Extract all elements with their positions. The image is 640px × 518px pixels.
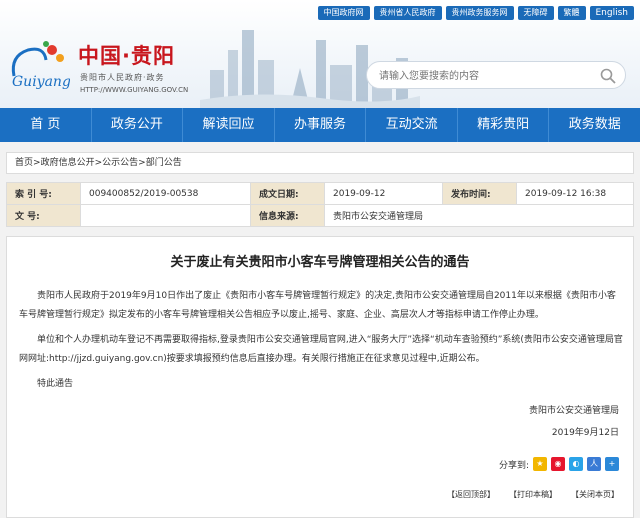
link-guizhou-gov[interactable]: 贵州省人民政府	[373, 6, 442, 20]
nav-interaction[interactable]: 互动交流	[366, 108, 458, 142]
nav-services[interactable]: 办事服务	[275, 108, 367, 142]
date-value: 2019-09-12	[324, 182, 443, 205]
doc-number-value	[80, 204, 251, 227]
source-label: 信息来源:	[250, 204, 325, 227]
more-share-icon[interactable]: +	[605, 457, 619, 471]
print-link[interactable]: 【打印本稿】	[509, 489, 557, 500]
tencent-weibo-share-icon[interactable]: ◐	[569, 457, 583, 471]
breadcrumb-dept-notices[interactable]: 部门公告	[146, 158, 182, 168]
article-paragraph: 单位和个人办理机动车登记不再需要取得指标,登录贵阳市公安交通管理局官网,进入“服…	[19, 335, 623, 364]
share-bar: 分享到: ★ ◉ ◐ 人 +	[499, 457, 619, 471]
nav-home[interactable]: 首 页	[0, 108, 92, 142]
article-paragraph: 特此通告	[37, 379, 74, 389]
breadcrumb-info-public[interactable]: 政府信息公开	[41, 158, 95, 168]
search-input[interactable]	[379, 68, 589, 84]
close-page-link[interactable]: 【关闭本页】	[571, 489, 619, 500]
publish-value: 2019-09-12 16:38	[516, 182, 634, 205]
index-value: 009400852/2019-00538	[80, 182, 251, 205]
breadcrumb-notices[interactable]: 公示公告	[102, 158, 138, 168]
search-icon[interactable]	[599, 67, 617, 85]
document-meta-table: 索 引 号: 009400852/2019-00538 成文日期: 2019-0…	[6, 182, 634, 227]
breadcrumb: 首页>政府信息公开>公示公告>部门公告	[6, 152, 634, 174]
top-links-bar: 中国政府网 贵州省人民政府 贵州政务服务网 无障碍 繁體 English	[317, 6, 634, 20]
source-value: 贵阳市公安交通管理局	[324, 204, 634, 227]
publish-label: 发布时间:	[442, 182, 517, 205]
weibo-share-icon[interactable]: ◉	[551, 457, 565, 471]
breadcrumb-home[interactable]: 首页	[15, 158, 33, 168]
link-guizhou-service[interactable]: 贵州政务服务网	[445, 6, 514, 20]
doc-number-label: 文 号:	[6, 204, 81, 227]
nav-guiyang[interactable]: 精彩贵阳	[458, 108, 550, 142]
qzone-share-icon[interactable]: ★	[533, 457, 547, 471]
article-signature: 贵阳市公安交通管理局	[528, 406, 619, 416]
link-china-gov[interactable]: 中国政府网	[317, 6, 370, 20]
page-actions: 【返回顶部】 【打印本稿】 【关闭本页】	[447, 489, 619, 500]
nav-interpretation[interactable]: 解读回应	[183, 108, 275, 142]
share-label: 分享到:	[498, 460, 529, 471]
link-english[interactable]: English	[589, 6, 634, 20]
site-title: 中国·贵阳	[78, 44, 175, 68]
back-to-top-link[interactable]: 【返回顶部】	[447, 489, 495, 500]
search-box	[366, 61, 626, 89]
article-paragraph: 贵阳市人民政府于2019年9月10日作出了废止《贵阳市小客车号牌管理暂行规定》的…	[19, 291, 616, 320]
svg-text:Guiyang: Guiyang	[12, 74, 70, 90]
article-title: 关于废止有关贵阳市小客车号牌管理相关公告的通告	[170, 255, 470, 270]
main-nav: 首 页 政务公开 解读回应 办事服务 互动交流 精彩贵阳 政务数据	[0, 108, 640, 142]
date-label: 成文日期:	[250, 182, 325, 205]
article-date: 2019年9月12日	[551, 428, 619, 438]
site-header: 中国政府网 贵州省人民政府 贵州政务服务网 无障碍 繁體 English Gui…	[0, 0, 640, 108]
nav-gov-data[interactable]: 政务数据	[549, 108, 640, 142]
site-subtitle: 贵阳市人民政府·政务	[80, 73, 165, 82]
index-label: 索 引 号:	[6, 182, 81, 205]
site-url: HTTP://WWW.GUIYANG.GOV.CN	[80, 86, 189, 94]
link-accessibility[interactable]: 无障碍	[517, 6, 554, 20]
nav-gov-affairs[interactable]: 政务公开	[92, 108, 184, 142]
link-traditional-chinese[interactable]: 繁體	[557, 6, 586, 20]
renren-share-icon[interactable]: 人	[587, 457, 601, 471]
guiyang-logo[interactable]: Guiyang	[6, 36, 70, 92]
article-body: 关于废止有关贵阳市小客车号牌管理相关公告的通告 贵阳市人民政府于2019年9月1…	[6, 236, 634, 518]
city-skyline-illustration	[200, 30, 420, 108]
